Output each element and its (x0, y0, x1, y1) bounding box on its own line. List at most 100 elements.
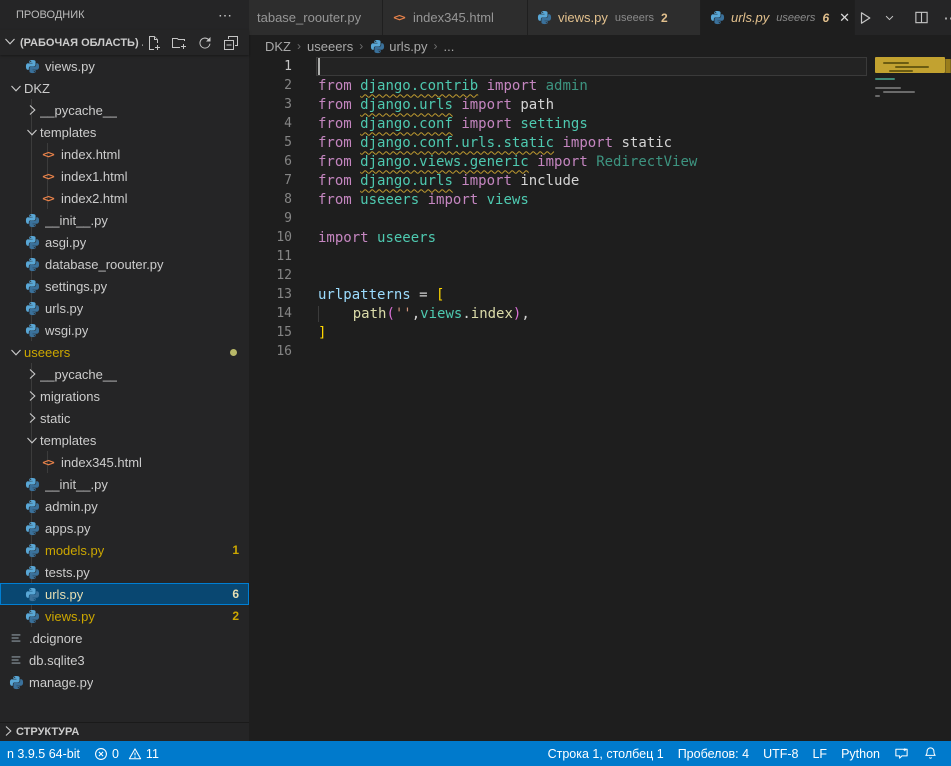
tree-item-apps.py[interactable]: apps.py (0, 517, 249, 539)
file-icon (9, 653, 23, 667)
tree-item-models.py[interactable]: models.py1 (0, 539, 249, 561)
code-line-9[interactable]: 9 (249, 209, 951, 228)
tree-folder--pycache-[interactable]: __pycache__ (0, 363, 249, 385)
modified-dot-badge (230, 349, 237, 356)
tab-urls.py[interactable]: urls.pyuseeers6✕ (701, 0, 855, 35)
indentation-status[interactable]: Пробелов: 4 (671, 747, 756, 761)
file-icon (9, 631, 23, 645)
language-mode-status[interactable]: Python (834, 747, 887, 761)
chevron-down-icon (24, 432, 40, 448)
outline-section-header[interactable]: СТРУКТУРА (0, 722, 249, 741)
encoding-status[interactable]: UTF-8 (756, 747, 805, 761)
breadcrumb-item-urls.py[interactable]: urls.py (369, 38, 427, 54)
code-line-14[interactable]: 14 path('',views.index), (249, 304, 951, 323)
problems-status[interactable]: 0 11 (87, 747, 166, 761)
feedback-icon[interactable] (887, 746, 916, 761)
breadcrumb-item-...[interactable]: ... (444, 39, 455, 54)
workspace-section-label: (РАБОЧАЯ ОБЛАСТЬ) ... (20, 37, 143, 49)
collapse-all-button[interactable] (221, 33, 241, 53)
split-editor-button[interactable] (911, 6, 931, 30)
code-line-6[interactable]: 6from django.views.generic import Redire… (249, 152, 951, 171)
chevron-right-icon (24, 410, 40, 426)
tree-folder-templates[interactable]: templates (0, 121, 249, 143)
tree-item-asgi.py[interactable]: asgi.py (0, 231, 249, 253)
tree-item-urls.py[interactable]: urls.py (0, 297, 249, 319)
problems-count-badge: 6 (232, 587, 239, 601)
code-editor[interactable]: 1 2from django.contrib import admin3from … (249, 57, 951, 741)
code-line-13[interactable]: 13urlpatterns = [ (249, 285, 951, 304)
notifications-bell-icon[interactable] (916, 746, 945, 761)
code-line-1[interactable]: 1 (249, 57, 951, 76)
tree-folder--pycache-[interactable]: __pycache__ (0, 99, 249, 121)
tab-views.py[interactable]: views.pyuseeers2 (528, 0, 701, 35)
new-file-button[interactable] (143, 33, 163, 53)
tree-folder-templates[interactable]: templates (0, 429, 249, 451)
code-line-15[interactable]: 15] (249, 323, 951, 342)
more-actions-button[interactable]: ⋯ (941, 6, 951, 30)
breadcrumb-separator: › (434, 39, 438, 53)
tree-folder-dkz[interactable]: DKZ (0, 77, 249, 99)
eol-status[interactable]: LF (805, 747, 834, 761)
tree-item-manage.py[interactable]: manage.py (0, 671, 249, 693)
code-line-10[interactable]: 10import useeers (249, 228, 951, 247)
code-line-2[interactable]: 2from django.contrib import admin (249, 76, 951, 95)
chevron-right-icon (24, 388, 40, 404)
breadcrumb-item-useeers[interactable]: useeers (307, 39, 353, 54)
python-icon (710, 10, 725, 25)
explorer-title: ПРОВОДНИК (16, 9, 85, 21)
tree-item-index.html[interactable]: <>index.html (0, 143, 249, 165)
tree-item-wsgi.py[interactable]: wsgi.py (0, 319, 249, 341)
current-line-highlight (316, 57, 867, 76)
code-line-4[interactable]: 4from django.conf import settings (249, 114, 951, 133)
chevron-down-icon (24, 124, 40, 140)
code-line-7[interactable]: 7from django.urls import include (249, 171, 951, 190)
line-number: 8 (249, 192, 292, 207)
tree-item-tests.py[interactable]: tests.py (0, 561, 249, 583)
tree-item-urls.py[interactable]: urls.py6 (0, 583, 249, 605)
code-line-5[interactable]: 5from django.conf.urls.static import sta… (249, 133, 951, 152)
views-more-actions-icon[interactable]: ⋯ (218, 7, 233, 24)
tree-item--init-.py[interactable]: __init__.py (0, 209, 249, 231)
python-icon (25, 257, 40, 272)
tree-item-index345.html[interactable]: <>index345.html (0, 451, 249, 473)
tree-item-.dcignore[interactable]: .dcignore (0, 627, 249, 649)
run-button[interactable] (855, 6, 875, 30)
chevron-right-icon (24, 366, 40, 382)
python-interpreter-status[interactable]: n 3.9.5 64-bit (0, 747, 87, 761)
code-line-12[interactable]: 12 (249, 266, 951, 285)
tree-item-index1.html[interactable]: <>index1.html (0, 165, 249, 187)
cursor-position-status[interactable]: Строка 1, столбец 1 (541, 747, 671, 761)
tree-folder-migrations[interactable]: migrations (0, 385, 249, 407)
tree-item--init-.py[interactable]: __init__.py (0, 473, 249, 495)
tree-item-views.py[interactable]: views.py (0, 55, 249, 77)
python-icon (25, 609, 40, 624)
tree-item-views.py[interactable]: views.py2 (0, 605, 249, 627)
html-icon: <> (42, 148, 53, 161)
tree-folder-static[interactable]: static (0, 407, 249, 429)
minimap[interactable] (875, 57, 945, 177)
tree-item-index2.html[interactable]: <>index2.html (0, 187, 249, 209)
close-tab-icon[interactable]: ✕ (839, 9, 850, 27)
status-bar: n 3.9.5 64-bit 0 11 Строка 1, столбец 1 … (0, 741, 951, 766)
tab-index345.html[interactable]: <>index345.html (383, 0, 528, 35)
new-folder-button[interactable] (169, 33, 189, 53)
python-icon (25, 323, 40, 338)
tree-item-db.sqlite3[interactable]: db.sqlite3 (0, 649, 249, 671)
code-line-11[interactable]: 11 (249, 247, 951, 266)
breadcrumb: DKZ›useeers›urls.py›... (249, 35, 951, 57)
run-dropdown-chevron-icon[interactable] (879, 6, 899, 30)
tree-item-settings.py[interactable]: settings.py (0, 275, 249, 297)
tree-item-admin.py[interactable]: admin.py (0, 495, 249, 517)
workspace-section-header[interactable]: (РАБОЧАЯ ОБЛАСТЬ) ... (0, 30, 249, 55)
line-number: 1 (249, 59, 292, 74)
breadcrumb-item-dkz[interactable]: DKZ (265, 39, 291, 54)
code-line-8[interactable]: 8from useeers import views (249, 190, 951, 209)
tree-item-database-roouter.py[interactable]: database_roouter.py (0, 253, 249, 275)
code-line-16[interactable]: 16 (249, 342, 951, 361)
tree-folder-useeers[interactable]: useeers (0, 341, 249, 363)
code-line-3[interactable]: 3from django.urls import path (249, 95, 951, 114)
python-icon (25, 565, 40, 580)
refresh-button[interactable] (195, 33, 215, 53)
editor-group: tabase_roouter.py<>index345.htmlviews.py… (249, 0, 951, 741)
tab-tabase-roouter.py[interactable]: tabase_roouter.py (249, 0, 383, 35)
